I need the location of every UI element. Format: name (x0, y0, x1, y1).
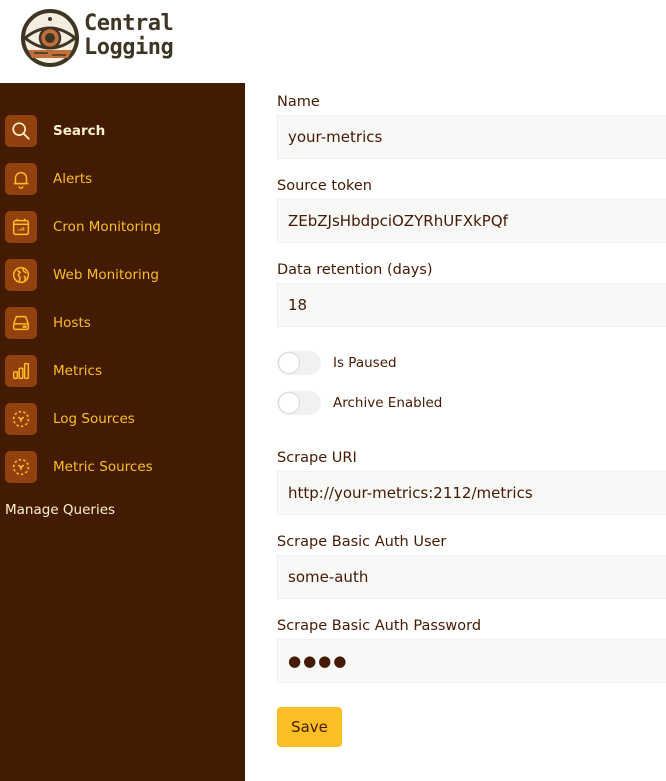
header: Central Logging (0, 0, 666, 83)
sources-icon (5, 403, 37, 435)
source-token-label: Source token (277, 178, 372, 194)
sidebar-item-label: Hosts (53, 315, 91, 331)
app-title-line2: Logging (84, 35, 174, 60)
toggle-knob (278, 352, 300, 374)
sidebar-item-label: Alerts (53, 171, 93, 187)
sidebar-item-label: Log Sources (53, 411, 135, 427)
sidebar-item-label: Search (53, 123, 106, 139)
logo-eye-icon (21, 9, 79, 67)
scrape-uri-input[interactable]: http://your-metrics:2112/metrics (277, 471, 666, 515)
archive-enabled-row: Archive Enabled (277, 391, 442, 415)
sidebar-item-cron-monitoring[interactable]: Cron Monitoring (5, 211, 161, 243)
globe-icon (5, 259, 37, 291)
source-token-input[interactable]: ZEbZJsHbdpciOZYRhUFXkPQf (277, 199, 666, 243)
search-icon (5, 115, 37, 147)
retention-label: Data retention (days) (277, 262, 433, 278)
manage-queries-link[interactable]: Manage Queries (5, 502, 115, 518)
sidebar-item-label: Cron Monitoring (53, 219, 161, 235)
toggle-knob (278, 392, 300, 414)
retention-input[interactable]: 18 (277, 283, 666, 327)
archive-enabled-toggle[interactable] (277, 391, 321, 415)
auth-user-label: Scrape Basic Auth User (277, 534, 447, 550)
sidebar-item-hosts[interactable]: Hosts (5, 307, 91, 339)
sidebar: Search Alerts Cron Monitoring Web Monito… (0, 83, 245, 781)
sidebar-item-alerts[interactable]: Alerts (5, 163, 92, 195)
bell-icon (5, 163, 37, 195)
app-title: Central Logging (84, 11, 174, 60)
bar-chart-icon (5, 355, 37, 387)
auth-password-input[interactable]: ●●●● (277, 639, 666, 683)
sidebar-item-metrics[interactable]: Metrics (5, 355, 102, 387)
is-paused-toggle[interactable] (277, 351, 321, 375)
archive-enabled-label: Archive Enabled (333, 395, 443, 411)
sources-icon (5, 451, 37, 483)
save-button[interactable]: Save (277, 707, 342, 747)
is-paused-label: Is Paused (333, 355, 397, 371)
auth-user-input[interactable]: some-auth (277, 555, 666, 599)
scrape-uri-label: Scrape URI (277, 450, 357, 466)
auth-password-label: Scrape Basic Auth Password (277, 618, 482, 634)
name-label: Name (277, 94, 320, 110)
calendar-icon (5, 211, 37, 243)
sidebar-item-search[interactable]: Search (5, 115, 105, 147)
app-title-line1: Central (84, 11, 174, 36)
server-icon (5, 307, 37, 339)
sidebar-item-label: Metrics (53, 363, 103, 379)
is-paused-row: Is Paused (277, 351, 397, 375)
name-input[interactable]: your-metrics (277, 115, 666, 159)
sidebar-item-web-monitoring[interactable]: Web Monitoring (5, 259, 159, 291)
sidebar-item-label: Web Monitoring (53, 267, 159, 283)
sidebar-item-metric-sources[interactable]: Metric Sources (5, 451, 153, 483)
sidebar-item-log-sources[interactable]: Log Sources (5, 403, 135, 435)
sidebar-item-label: Metric Sources (53, 459, 153, 475)
